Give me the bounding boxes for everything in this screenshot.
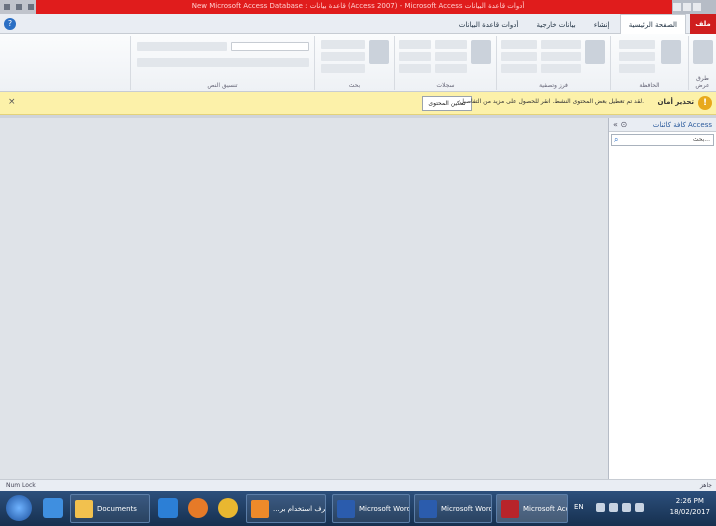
document-work-area[interactable]: [0, 118, 608, 479]
font-style-controls[interactable]: [137, 58, 309, 67]
close-icon[interactable]: ×: [8, 97, 16, 107]
navigation-pane: « ⊙ كافة كائنات Access ⌕ بحث...: [608, 118, 716, 479]
totals-button[interactable]: [399, 40, 431, 49]
ribbon: طرق عرض الحافظة فرز وتصفية سجلات بحث تنس…: [0, 34, 716, 92]
selection-button[interactable]: [501, 40, 537, 49]
close-icon[interactable]: [693, 3, 701, 11]
font-name-select[interactable]: [231, 42, 309, 51]
tab-create[interactable]: إنشاء: [586, 15, 618, 35]
navigation-pane-title: كافة كائنات Access: [652, 121, 712, 129]
security-warning-bar: × تمكين المحتوى لقد تم تعطيل بعض المحتوى…: [0, 92, 716, 115]
view-button[interactable]: [693, 40, 713, 64]
help-icon[interactable]: ?: [4, 18, 16, 30]
tray-icons[interactable]: [596, 503, 676, 513]
file-tab[interactable]: ملف: [690, 14, 716, 34]
sort-descending-button[interactable]: [541, 52, 581, 61]
start-button[interactable]: [4, 494, 34, 523]
sort-ascending-button[interactable]: [541, 40, 581, 49]
find-button[interactable]: [369, 40, 389, 64]
refresh-all-button[interactable]: [471, 40, 491, 64]
ribbon-tabs: الصفحة الرئيسية إنشاء بيانات خارجية أدوا…: [451, 14, 686, 35]
group-sort-filter: فرز وتصفية: [496, 36, 610, 90]
media-player-icon[interactable]: [156, 494, 180, 523]
window-controls[interactable]: [672, 0, 716, 14]
new-record-button[interactable]: [435, 40, 467, 49]
title-bar: New Microsoft Access Database : قاعدة بي…: [0, 0, 716, 14]
navigation-search-input[interactable]: ⌕ بحث...: [611, 134, 714, 146]
ribbon-tab-row: ? الصفحة الرئيسية إنشاء بيانات خارجية أد…: [0, 14, 716, 35]
firefox-icon[interactable]: [186, 494, 210, 523]
security-warning-title: تحذير أمان: [657, 98, 694, 106]
signal-icon: [622, 503, 631, 512]
minimize-icon[interactable]: [673, 3, 681, 11]
clock-time: 2:26 PM: [675, 497, 704, 505]
windows-logo-icon: [6, 495, 32, 521]
tab-external-data[interactable]: بيانات خارجية: [529, 15, 584, 35]
spelling-button[interactable]: [399, 52, 431, 61]
tab-home[interactable]: الصفحة الرئيسية: [619, 14, 686, 35]
group-text-formatting: تنسيق النص: [130, 36, 314, 90]
volume-icon: [635, 503, 644, 512]
num-lock-indicator: Num Lock: [6, 482, 36, 489]
ready-status: جاهز: [699, 482, 712, 489]
group-records: سجلات: [394, 36, 496, 90]
navigation-pane-header[interactable]: « ⊙ كافة كائنات Access: [609, 118, 716, 132]
delete-record-button[interactable]: [435, 64, 467, 73]
cut-button[interactable]: [619, 40, 655, 49]
search-icon[interactable]: ⌕: [614, 135, 618, 145]
system-tray: EN 2:26 PM 18/02/2017: [566, 491, 716, 526]
status-bar: Num Lock جاهز: [0, 479, 716, 491]
copy-button[interactable]: [619, 52, 655, 61]
warning-icon: !: [698, 96, 712, 110]
taskbar-button-access[interactable]: Microsoft Acces...: [496, 494, 568, 523]
filter-button[interactable]: [585, 40, 605, 64]
language-indicator[interactable]: EN: [574, 503, 584, 511]
paste-button[interactable]: [661, 40, 681, 64]
taskbar-button-learn[interactable]: ...اعرف استخدام بر: [246, 494, 326, 523]
shutter-bar-icon[interactable]: « ⊙: [613, 120, 627, 129]
group-find: بحث: [314, 36, 394, 90]
security-warning-message[interactable]: لقد تم تعطيل بعض المحتوى النشط. انقر للح…: [460, 98, 644, 105]
format-painter-button[interactable]: [619, 64, 655, 73]
tab-database-tools[interactable]: أدوات قاعدة البيانات: [451, 15, 527, 35]
go-to-button[interactable]: [321, 52, 365, 61]
chrome-icon[interactable]: [216, 494, 240, 523]
clock[interactable]: 2:26 PM 18/02/2017: [670, 496, 710, 518]
taskbar-button-documents[interactable]: Documents: [70, 494, 150, 523]
group-clipboard: الحافظة: [610, 36, 688, 90]
maximize-icon[interactable]: [683, 3, 691, 11]
more-button[interactable]: [399, 64, 431, 73]
remove-sort-button[interactable]: [541, 64, 581, 73]
internet-explorer-icon[interactable]: [40, 494, 66, 523]
window-title: New Microsoft Access Database : قاعدة بي…: [191, 2, 525, 10]
toggle-filter-button[interactable]: [501, 64, 537, 73]
advanced-button[interactable]: [501, 52, 537, 61]
taskbar-button-word-1[interactable]: Microsoft Word ...: [332, 494, 410, 523]
save-record-button[interactable]: [435, 52, 467, 61]
replace-button[interactable]: [321, 40, 365, 49]
taskbar: Documents ...اعرف استخدام بر Microsoft W…: [0, 491, 716, 526]
flag-icon: [609, 503, 618, 512]
list-indent-controls[interactable]: [137, 42, 227, 51]
group-views: طرق عرض: [688, 36, 716, 90]
taskbar-button-word-2[interactable]: Microsoft Word ...: [414, 494, 492, 523]
network-icon: [596, 503, 605, 512]
select-button[interactable]: [321, 64, 365, 73]
clock-date: 18/02/2017: [669, 508, 710, 516]
